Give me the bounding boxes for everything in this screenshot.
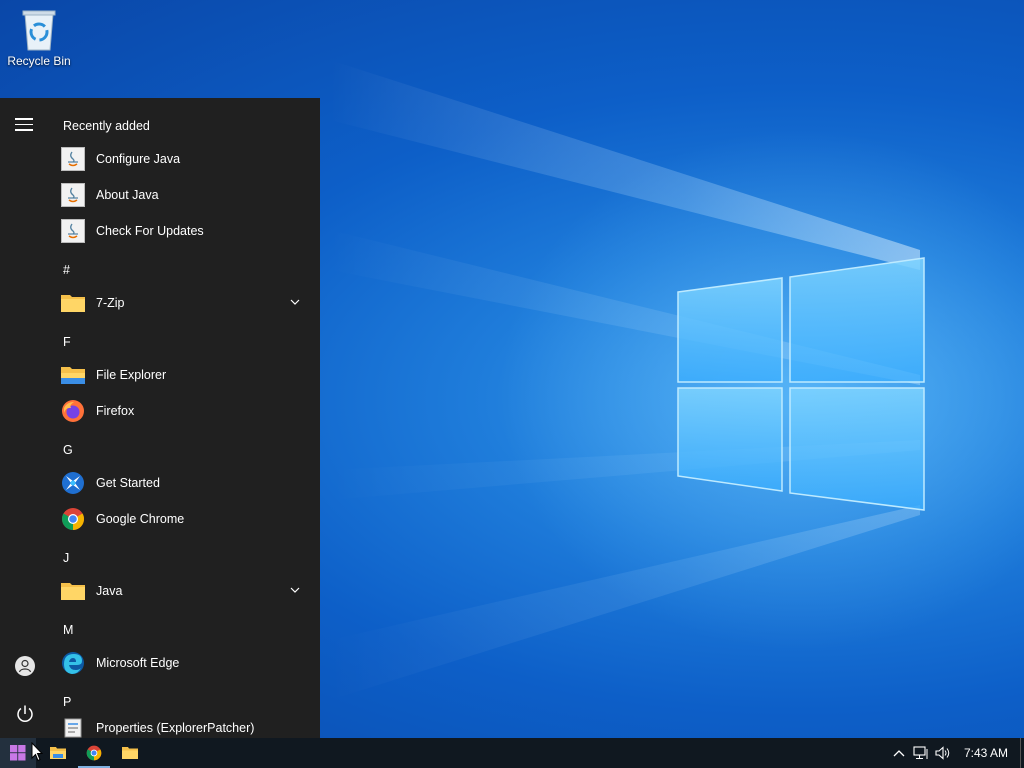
user-account-icon[interactable] — [14, 655, 36, 677]
edge-icon — [62, 652, 84, 674]
app-item-label: Check For Updates — [96, 224, 204, 238]
app-item-about-java[interactable]: About Java — [60, 178, 310, 212]
app-item-7-zip[interactable]: 7-Zip — [60, 286, 310, 320]
chrome-icon — [86, 745, 102, 761]
app-item-file-explorer[interactable]: File Explorer — [60, 358, 310, 392]
chevron-up-icon — [893, 750, 905, 757]
start-rail — [0, 98, 50, 738]
windows-logo — [677, 257, 925, 511]
group-header-p[interactable]: P — [63, 695, 71, 709]
network-button[interactable] — [910, 738, 932, 768]
java-icon — [61, 147, 85, 171]
app-item-label: File Explorer — [96, 368, 167, 382]
file-explorer-icon — [61, 367, 85, 384]
java-icon — [61, 183, 85, 207]
app-item-firefox[interactable]: Firefox — [60, 394, 310, 428]
properties-icon — [64, 718, 82, 738]
app-item-label: About Java — [96, 188, 159, 202]
hamburger-menu-icon[interactable] — [15, 118, 33, 132]
firefox-icon — [62, 400, 84, 422]
power-icon[interactable] — [14, 703, 36, 725]
app-item-label: Firefox — [96, 404, 135, 418]
taskbar-chrome[interactable] — [76, 738, 112, 768]
group-header-f[interactable]: F — [63, 335, 71, 349]
network-icon — [913, 746, 928, 759]
folder-icon — [122, 747, 138, 759]
app-item-label: Properties (ExplorerPatcher) — [96, 721, 255, 735]
app-item-label: Java — [96, 584, 123, 598]
taskbar-file-explorer[interactable] — [40, 738, 76, 768]
group-header-j[interactable]: J — [63, 551, 69, 565]
show-hidden-icons-button[interactable] — [888, 738, 910, 768]
mouse-cursor-icon — [31, 742, 43, 762]
taskbar: 7:43 AM — [0, 738, 1024, 768]
chevron-down-icon[interactable] — [290, 297, 300, 307]
windows-start-icon — [10, 745, 26, 761]
speaker-icon — [935, 746, 950, 760]
java-icon — [61, 219, 85, 243]
folder-icon — [61, 583, 85, 600]
start-menu: Recently added Configure Java About Java… — [0, 98, 320, 738]
app-item-java[interactable]: Java — [60, 574, 310, 608]
app-list: Recently added Configure Java About Java… — [50, 98, 320, 738]
group-header-hash[interactable]: # — [63, 263, 70, 277]
volume-button[interactable] — [932, 738, 954, 768]
file-explorer-icon — [50, 747, 66, 759]
app-item-configure-java[interactable]: Configure Java — [60, 142, 310, 176]
group-header-g[interactable]: G — [63, 443, 73, 457]
app-item-google-chrome[interactable]: Google Chrome — [60, 502, 310, 536]
desktop-icon-label: Recycle Bin — [7, 54, 71, 68]
app-item-check-for-updates[interactable]: Check For Updates — [60, 214, 310, 248]
recently-added-header: Recently added — [63, 119, 150, 133]
folder-icon — [61, 295, 85, 312]
app-item-microsoft-edge[interactable]: Microsoft Edge — [60, 646, 310, 680]
desktop-icon-recycle-bin[interactable]: Recycle Bin — [4, 6, 74, 76]
chrome-icon — [62, 508, 84, 530]
app-item-label: 7-Zip — [96, 296, 125, 310]
taskbar-clock[interactable]: 7:43 AM — [964, 746, 1008, 760]
app-item-label: Google Chrome — [96, 512, 185, 526]
chevron-down-icon[interactable] — [290, 585, 300, 595]
show-desktop-button[interactable] — [1020, 738, 1024, 768]
app-item-get-started[interactable]: Get Started — [60, 466, 310, 500]
system-tray: 7:43 AM — [888, 738, 1024, 768]
get-started-icon — [62, 472, 84, 494]
recycle-bin-icon — [22, 10, 56, 51]
group-header-m[interactable]: M — [63, 623, 73, 637]
app-item-label: Configure Java — [96, 152, 181, 166]
app-item-label: Get Started — [96, 476, 160, 490]
app-item-label: Microsoft Edge — [96, 656, 180, 670]
taskbar-folder[interactable] — [112, 738, 148, 768]
